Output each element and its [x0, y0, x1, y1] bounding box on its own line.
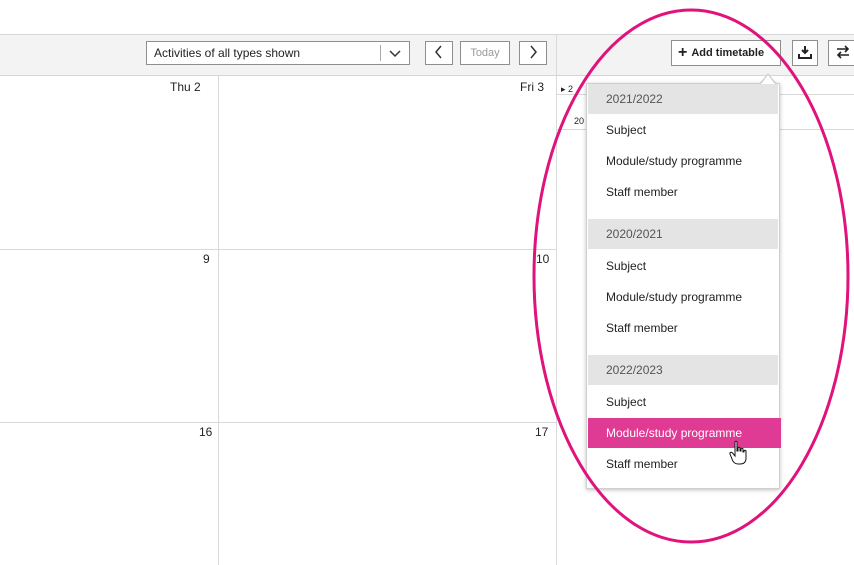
- chevron-down-icon: [389, 43, 401, 70]
- select-divider: [380, 45, 381, 61]
- highlight-ellipse-annotation: [532, 8, 850, 544]
- day-cell-thu[interactable]: 9: [203, 252, 210, 266]
- day-cell-thu[interactable]: Thu 2: [170, 80, 201, 94]
- day-column-divider: [218, 76, 219, 565]
- previous-button[interactable]: [425, 41, 453, 65]
- chevron-left-icon: [435, 45, 442, 59]
- day-cell-thu[interactable]: 16: [199, 425, 212, 439]
- activity-type-filter-value: Activities of all types shown: [154, 46, 301, 60]
- week-row-divider: [0, 249, 556, 250]
- activity-type-filter[interactable]: Activities of all types shown: [146, 41, 410, 65]
- hand-pointer-icon: [729, 440, 747, 465]
- week-row-divider: [0, 422, 556, 423]
- today-button[interactable]: Today: [460, 41, 510, 65]
